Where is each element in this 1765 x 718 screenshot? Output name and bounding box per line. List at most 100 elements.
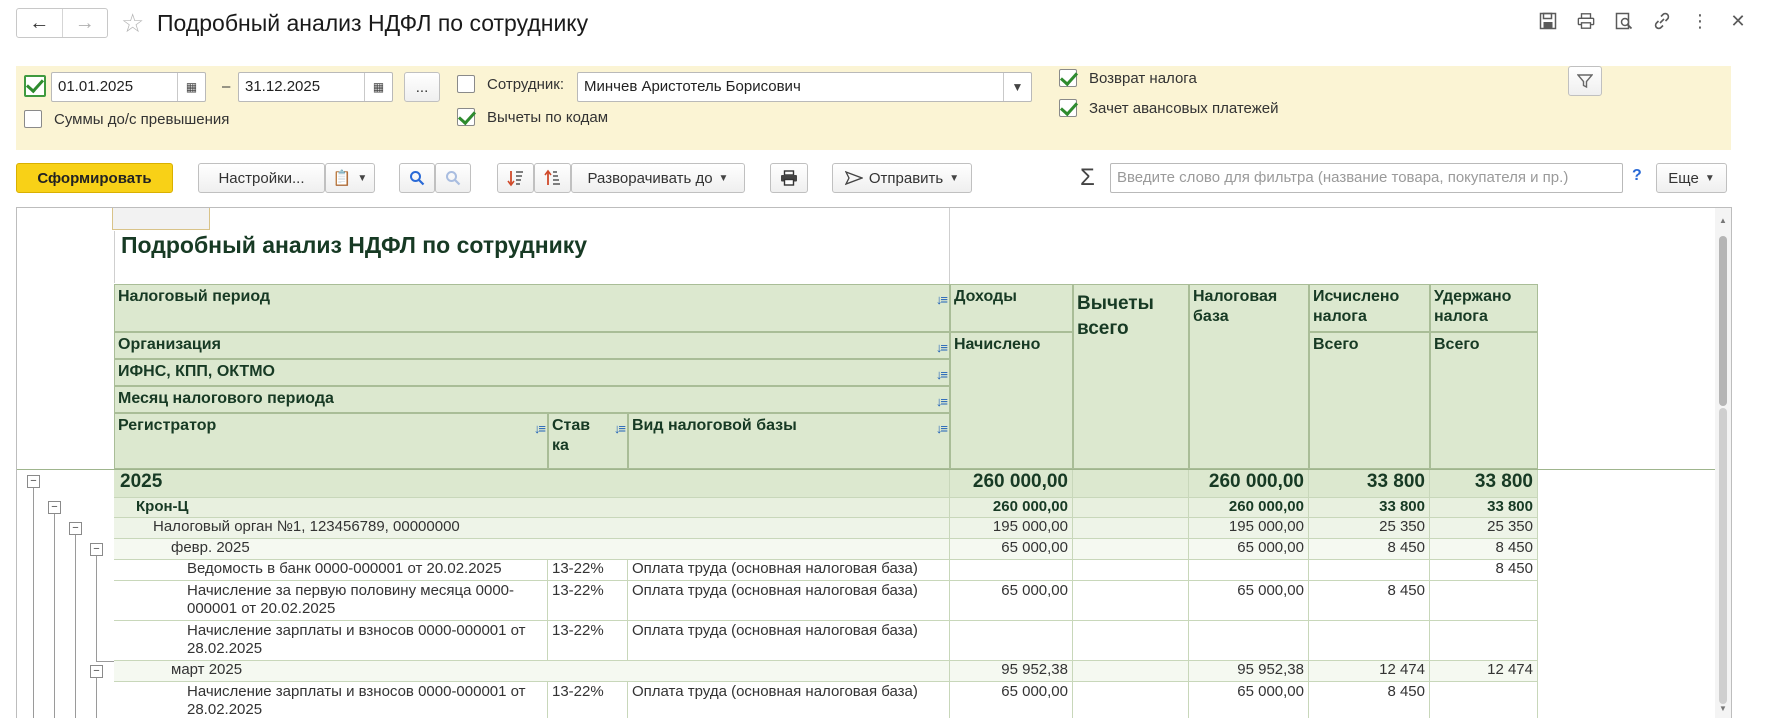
over-threshold-checkbox[interactable]: [24, 110, 42, 128]
table-row[interactable]: Ведомость в банк 0000-000001 от 20.02.20…: [17, 560, 1538, 581]
header-income-sub-label: Начислено: [954, 336, 1041, 353]
cell-deductions: [1073, 581, 1189, 621]
header-tax-period-label: Налоговый период: [118, 288, 271, 305]
employee-field[interactable]: Минчев Аристотель Борисович ▼: [577, 72, 1032, 102]
send-button[interactable]: Отправить ▼: [832, 163, 972, 193]
row-label: Начисление за первую половину месяца 000…: [114, 581, 548, 621]
header-withheld-sub: Всего: [1430, 332, 1538, 469]
save-icon[interactable]: [1539, 10, 1557, 32]
cell-withheld: 33 800: [1430, 470, 1538, 498]
sum-sigma-icon[interactable]: Σ: [1080, 163, 1095, 193]
sort-icon[interactable]: ↓≡: [534, 419, 546, 439]
table-row[interactable]: Крон-Ц 260 000,00 260 000,00 33 800 33 8…: [17, 498, 1538, 518]
row-label: Начисление зарплаты и взносов 0000-00000…: [114, 682, 548, 718]
vertical-scrollbar[interactable]: ▲ ▼: [1715, 208, 1731, 718]
scroll-down-icon[interactable]: ▼: [1719, 704, 1727, 713]
period-select-button[interactable]: ...: [404, 72, 440, 102]
employee-value: Минчев Аристотель Борисович: [584, 78, 801, 95]
table-row[interactable]: Начисление зарплаты и взносов 0000-00000…: [17, 682, 1538, 718]
chevron-down-icon[interactable]: ▼: [1003, 73, 1031, 101]
print-icon[interactable]: [1577, 10, 1595, 32]
header-deductions-label: Вычеты всего: [1077, 293, 1154, 339]
chevron-down-icon: ▼: [718, 172, 729, 184]
favorite-star-icon[interactable]: ☆: [121, 8, 144, 38]
more-button[interactable]: Еще ▼: [1656, 163, 1727, 193]
filter-funnel-button[interactable]: [1568, 66, 1602, 96]
sort-descending-button[interactable]: [534, 163, 571, 193]
chevron-down-icon: ▼: [949, 172, 960, 184]
tax-refund-checkbox[interactable]: [1059, 69, 1077, 87]
date-from-field[interactable]: 01.01.2025 ▦: [51, 72, 206, 102]
search-icon: [410, 171, 425, 186]
send-icon: [844, 170, 863, 186]
report-variants-icon: 📋: [332, 170, 352, 187]
header-month-label: Месяц налогового периода: [118, 390, 334, 407]
filter-search-input[interactable]: Введите слово для фильтра (название това…: [1110, 163, 1623, 193]
settings-button[interactable]: Настройки...: [198, 163, 325, 193]
back-arrow-icon[interactable]: ←: [17, 9, 62, 37]
collapse-group-icon[interactable]: −: [90, 665, 103, 678]
row-label: 2025: [114, 470, 950, 498]
header-withheld-label: Удержано налога: [1434, 288, 1512, 325]
scroll-up-icon[interactable]: ▲: [1719, 216, 1727, 225]
sort-icon[interactable]: ↓≡: [936, 338, 948, 358]
cell-deductions: [1073, 539, 1189, 560]
search-button[interactable]: [399, 163, 435, 193]
sort-icon[interactable]: ↓≡: [936, 290, 948, 310]
table-row[interactable]: март 2025 95 952,38 95 952,38 12 474 12 …: [17, 661, 1538, 682]
more-vertical-icon[interactable]: ⋮: [1691, 10, 1709, 32]
table-row[interactable]: февр. 2025 65 000,00 65 000,00 8 450 8 4…: [17, 539, 1538, 560]
scrollbar-track[interactable]: [1719, 408, 1727, 704]
scrollbar-thumb[interactable]: [1719, 236, 1727, 406]
sort-icon[interactable]: ↓≡: [614, 419, 626, 439]
advance-offset-checkbox[interactable]: [1059, 99, 1077, 117]
cell-calculated: [1309, 560, 1430, 581]
calendar-icon[interactable]: ▦: [177, 73, 205, 101]
link-icon[interactable]: [1653, 10, 1671, 32]
search-clear-button[interactable]: [435, 163, 471, 193]
collapse-group-icon[interactable]: −: [69, 522, 82, 535]
cell-income: 195 000,00: [950, 518, 1073, 539]
cell-base-type: Оплата труда (основная налоговая база): [628, 621, 950, 661]
date-dash: –: [222, 78, 231, 95]
cell-calculated: 8 450: [1309, 539, 1430, 560]
collapse-group-icon[interactable]: −: [48, 501, 61, 514]
variants-dropdown[interactable]: 📋 ▼: [325, 163, 375, 193]
cell-deductions: [1073, 498, 1189, 518]
table-row[interactable]: Начисление за первую половину месяца 000…: [17, 581, 1538, 621]
collapse-group-icon[interactable]: −: [90, 543, 103, 556]
table-row[interactable]: Начисление зарплаты и взносов 0000-00000…: [17, 621, 1538, 661]
table-row[interactable]: 2025 260 000,00 260 000,00 33 800 33 800: [17, 470, 1538, 498]
sort-ascending-button[interactable]: [497, 163, 534, 193]
sort-descending-icon: [543, 169, 560, 185]
calendar-icon[interactable]: ▦: [364, 73, 392, 101]
print-button[interactable]: [770, 163, 808, 193]
generate-button[interactable]: Сформировать: [16, 163, 173, 193]
advance-offset-label: Зачет авансовых платежей: [1089, 100, 1279, 117]
row-label: Ведомость в банк 0000-000001 от 20.02.20…: [114, 560, 548, 581]
period-checkbox[interactable]: [24, 75, 46, 97]
date-to-field[interactable]: 31.12.2025 ▦: [238, 72, 393, 102]
collapse-group-icon[interactable]: −: [27, 475, 40, 488]
tax-refund-label: Возврат налога: [1089, 70, 1197, 87]
cell-income: [950, 621, 1073, 661]
help-icon[interactable]: ?: [1632, 167, 1642, 185]
sort-icon[interactable]: ↓≡: [936, 392, 948, 412]
forward-arrow-icon[interactable]: →: [61, 9, 108, 37]
deductions-by-codes-checkbox[interactable]: [457, 108, 475, 126]
cell-income: 260 000,00: [950, 470, 1073, 498]
report-spreadsheet[interactable]: Подробный анализ НДФЛ по сотруднику Нало…: [16, 207, 1732, 718]
header-income: Доходы: [950, 284, 1073, 332]
cell-withheld: [1430, 581, 1538, 621]
cell-rate: 13-22%: [548, 560, 628, 581]
chevron-down-icon: ▼: [1704, 172, 1715, 184]
sort-icon[interactable]: ↓≡: [936, 365, 948, 385]
close-icon[interactable]: ✕: [1729, 10, 1747, 32]
table-row[interactable]: Налоговый орган №1, 123456789, 00000000 …: [17, 518, 1538, 539]
preview-icon[interactable]: [1615, 10, 1633, 32]
cell-tax-base: 65 000,00: [1189, 581, 1309, 621]
employee-checkbox[interactable]: [457, 75, 475, 93]
expand-to-button[interactable]: Разворачивать до ▼: [571, 163, 745, 193]
sort-icon[interactable]: ↓≡: [936, 419, 948, 439]
cell-tax-base: [1189, 621, 1309, 661]
